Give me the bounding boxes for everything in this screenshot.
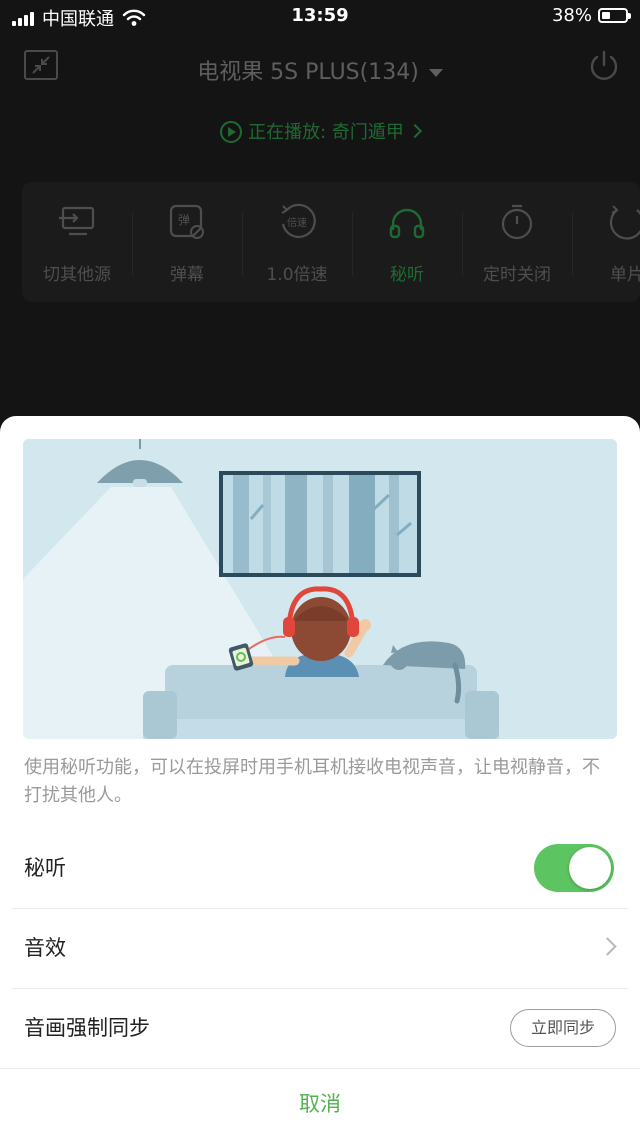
now-playing-text: 正在播放: 奇门遁甲 xyxy=(248,122,404,143)
clock: 13:59 xyxy=(291,5,349,26)
tool-label: 定时关闭 xyxy=(483,265,551,285)
switch-source-icon xyxy=(59,206,95,236)
tool-switch-source[interactable]: 切其他源 xyxy=(22,182,132,302)
headphones-icon xyxy=(389,208,425,239)
speed-icon: 倍速 xyxy=(281,203,316,238)
tool-label: 弹幕 xyxy=(170,265,204,285)
row-private-listening: 秘听 xyxy=(12,828,628,909)
danmaku-icon: 弹 xyxy=(169,204,204,239)
tool-label: 秘听 xyxy=(390,265,424,285)
svg-text:倍速: 倍速 xyxy=(287,216,307,229)
tool-label: 单片 xyxy=(610,265,640,285)
function-toolbar: 切其他源 弹 弹幕 倍速 1.0倍速 秘听 定时关闭 单片 xyxy=(22,182,640,302)
play-icon xyxy=(220,121,243,143)
caret-down-icon xyxy=(428,69,443,77)
toggle-knob xyxy=(569,847,611,889)
feature-description: 使用秘听功能，可以在投屏时用手机耳机接收电视声音，让电视静音，不打扰其他人。 xyxy=(24,757,600,806)
private-listening-toggle[interactable] xyxy=(534,844,614,892)
power-icon[interactable] xyxy=(586,48,622,84)
private-listening-sheet: 使用秘听功能，可以在投屏时用手机耳机接收电视声音，让电视静音，不打扰其他人。 秘… xyxy=(0,416,640,1138)
row-label: 秘听 xyxy=(24,856,66,880)
cancel-button[interactable]: 取消 xyxy=(0,1068,640,1138)
chevron-right-icon xyxy=(407,123,422,139)
tool-danmaku[interactable]: 弹 弹幕 xyxy=(132,182,242,302)
status-bar: 中国联通 13:59 38% xyxy=(0,0,640,34)
tool-playback-speed[interactable]: 倍速 1.0倍速 xyxy=(242,182,352,302)
timer-icon xyxy=(501,204,533,240)
top-bar: 电视果 5S PLUS(134) xyxy=(0,34,640,100)
device-selector[interactable]: 电视果 5S PLUS(134) xyxy=(0,54,640,86)
row-av-sync: 音画强制同步 立即同步 xyxy=(12,988,628,1068)
tool-sleep-timer[interactable]: 定时关闭 xyxy=(462,182,572,302)
battery-percent: 38% xyxy=(551,5,592,26)
chevron-right-icon xyxy=(598,937,617,956)
now-playing-link[interactable]: 正在播放: 奇门遁甲 xyxy=(0,118,640,144)
battery-icon xyxy=(598,8,631,23)
device-name: 电视果 5S PLUS(134) xyxy=(197,60,419,85)
row-label: 音效 xyxy=(24,936,66,960)
row-label: 音画强制同步 xyxy=(24,1016,150,1040)
tool-label: 1.0倍速 xyxy=(266,265,328,285)
private-listening-illustration xyxy=(23,439,617,739)
sync-now-button[interactable]: 立即同步 xyxy=(510,1009,616,1047)
tool-private-listening[interactable]: 秘听 xyxy=(352,182,462,302)
tool-single-loop[interactable]: 单片 xyxy=(572,182,640,302)
loop-icon xyxy=(609,205,640,240)
remote-control-screen: 电视果 5S PLUS(134) 正在播放: 奇门遁甲 切其他源 弹 弹幕 倍速… xyxy=(0,34,640,416)
row-sound-effects[interactable]: 音效 xyxy=(12,908,628,989)
svg-text:弹: 弹 xyxy=(178,213,190,227)
tool-label: 切其他源 xyxy=(43,265,111,285)
